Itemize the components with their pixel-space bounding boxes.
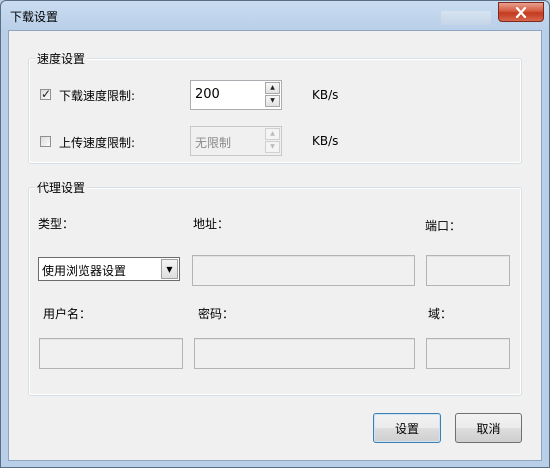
title-bar[interactable]: 下载设置 bbox=[1, 1, 549, 30]
close-button[interactable] bbox=[498, 2, 544, 22]
domain-label: 域： bbox=[428, 307, 453, 321]
password-label: 密码： bbox=[198, 307, 235, 321]
proxy-address-field[interactable] bbox=[192, 255, 415, 286]
spin-up-button[interactable]: ▲ bbox=[265, 82, 280, 94]
chevron-down-icon: ▼ bbox=[270, 143, 275, 150]
chevron-up-icon: ▲ bbox=[270, 84, 275, 91]
proxy-port-field[interactable] bbox=[426, 255, 510, 286]
proxy-type-label: 类型： bbox=[38, 217, 75, 231]
cancel-button[interactable]: 取消 bbox=[455, 413, 522, 443]
upload-limit-checkbox[interactable] bbox=[40, 136, 51, 147]
dialog-client-area: 速度设置 ✓ 下载速度限制: 200 ▲ ▼ KB/s 上传速度限制: 无限制 … bbox=[8, 30, 542, 461]
username-field[interactable] bbox=[39, 338, 183, 369]
username-label: 用户名： bbox=[43, 307, 92, 321]
speed-settings-title: 速度设置 bbox=[35, 50, 88, 67]
check-icon: ✓ bbox=[41, 87, 52, 101]
upload-unit-label: KB/s bbox=[312, 134, 339, 148]
chevron-down-icon: ▼ bbox=[270, 97, 275, 104]
proxy-type-value: 使用浏览器设置 bbox=[42, 264, 127, 278]
download-limit-checkbox[interactable]: ✓ bbox=[40, 87, 52, 101]
download-limit-label: 下载速度限制: bbox=[59, 89, 136, 103]
close-icon bbox=[515, 6, 527, 18]
background-window-tab bbox=[441, 11, 491, 25]
password-field[interactable] bbox=[194, 338, 415, 369]
download-limit-value: 200 bbox=[195, 87, 220, 102]
proxy-port-label: 端口： bbox=[425, 219, 462, 233]
download-unit-label: KB/s bbox=[312, 88, 339, 102]
upload-limit-value: 无限制 bbox=[195, 136, 232, 150]
window-title: 下载设置 bbox=[10, 10, 59, 24]
download-limit-spinbox[interactable]: 200 ▲ ▼ bbox=[190, 80, 282, 110]
ok-button[interactable]: 设置 bbox=[373, 413, 441, 443]
spin-up-button[interactable]: ▲ bbox=[265, 128, 280, 140]
domain-field[interactable] bbox=[426, 338, 510, 369]
proxy-settings-title: 代理设置 bbox=[35, 179, 88, 196]
chevron-up-icon: ▲ bbox=[270, 130, 275, 137]
spin-down-button[interactable]: ▼ bbox=[265, 141, 280, 153]
upload-limit-spinbox[interactable]: 无限制 ▲ ▼ bbox=[190, 126, 282, 156]
proxy-address-label: 地址： bbox=[193, 217, 230, 231]
spin-down-button[interactable]: ▼ bbox=[265, 95, 280, 107]
dropdown-button[interactable]: ▼ bbox=[161, 259, 178, 279]
proxy-type-select[interactable]: 使用浏览器设置 ▼ bbox=[38, 257, 180, 281]
chevron-down-icon: ▼ bbox=[166, 264, 173, 274]
upload-limit-label: 上传速度限制: bbox=[59, 136, 136, 150]
dialog-window: 下载设置 速度设置 ✓ 下载速度限制: 200 ▲ ▼ KB/s 上传速度限制: bbox=[0, 0, 550, 468]
